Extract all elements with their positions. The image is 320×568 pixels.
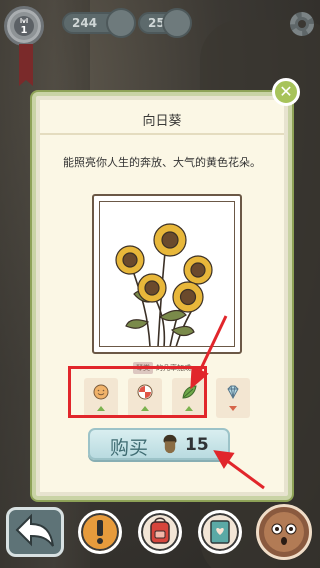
- level-badge[interactable]: lvl 1: [4, 6, 44, 46]
- clover-counter: 244: [62, 8, 136, 38]
- frog-face-icon: [264, 512, 304, 552]
- annotation-highlight-box: [68, 366, 207, 418]
- clover-icon: [106, 8, 136, 38]
- item-title: 向日葵: [142, 114, 182, 129]
- item-picture-frame: [92, 194, 242, 354]
- item-description: 能照亮你人生的奔放、大气的黄色花朵。: [63, 156, 261, 169]
- back-arrow-icon: [15, 513, 54, 547]
- settings-gear-icon[interactable]: [290, 12, 314, 36]
- sunflower-illustration: [115, 223, 213, 346]
- back-button[interactable]: [6, 507, 64, 557]
- diamond-icon: [227, 385, 239, 400]
- album-button[interactable]: [198, 510, 242, 554]
- level-number: 1: [20, 25, 28, 36]
- acorn-counter: 25: [138, 8, 192, 38]
- bonus-item-diamond: [216, 378, 250, 418]
- acorn-icon: [162, 8, 192, 38]
- notice-button[interactable]: [78, 510, 122, 554]
- clover-count: 244: [72, 16, 98, 30]
- backpack-icon: [150, 517, 170, 544]
- exclamation-icon: [97, 520, 103, 544]
- backpack-button[interactable]: [138, 510, 182, 554]
- buy-button[interactable]: 购买 15: [88, 428, 230, 460]
- frog-avatar-button[interactable]: [256, 504, 312, 560]
- close-button[interactable]: ✕: [272, 78, 300, 106]
- buy-label: 购买: [110, 437, 149, 459]
- ribbon-icon: [19, 44, 33, 86]
- title-divider: [40, 133, 284, 135]
- acorn-icon: [162, 434, 178, 454]
- heart-book-icon: [210, 520, 230, 544]
- decrease-arrow-icon: [229, 406, 237, 411]
- buy-price: 15: [185, 435, 209, 455]
